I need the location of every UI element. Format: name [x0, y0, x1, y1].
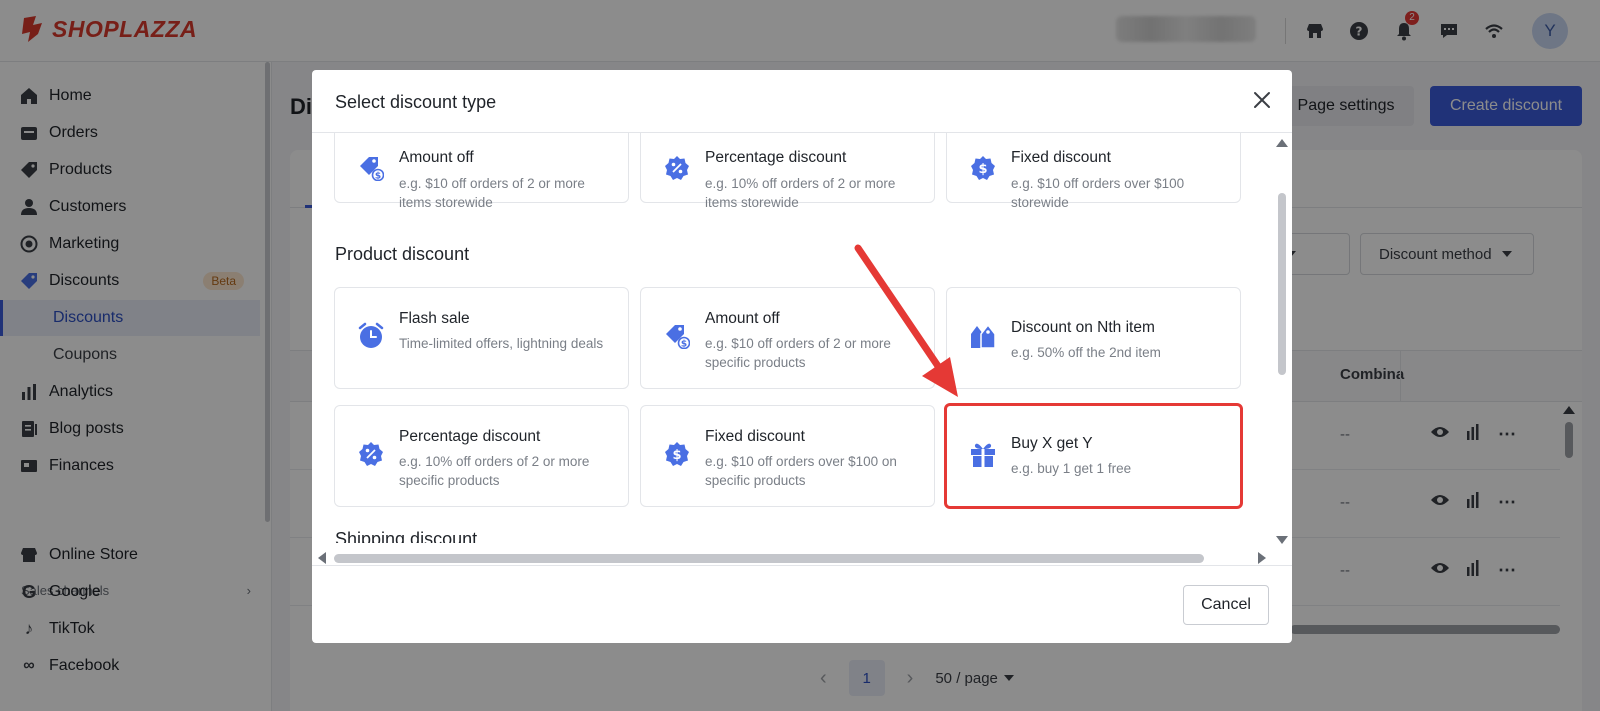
- annotation-arrow: [854, 244, 958, 397]
